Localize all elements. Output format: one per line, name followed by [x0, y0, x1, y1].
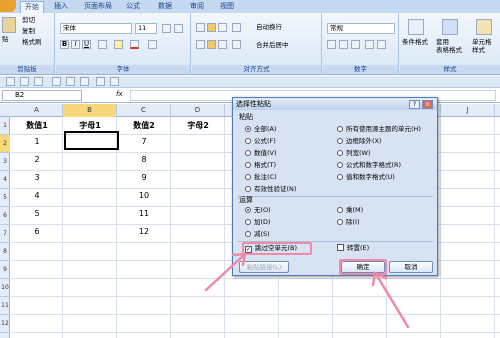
- annotation-arrows: [204, 252, 410, 329]
- arrow-to-skip-blanks: [204, 252, 247, 292]
- arrow-to-ok: [371, 271, 410, 329]
